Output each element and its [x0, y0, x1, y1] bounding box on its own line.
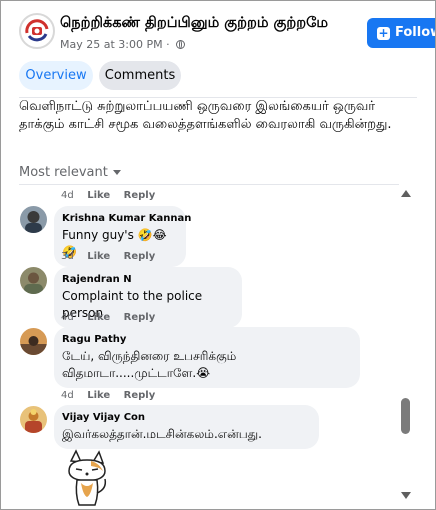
scrollbar-thumb[interactable]: [401, 398, 410, 434]
comment-actions: 4d Like Reply: [61, 190, 165, 201]
comment-actions: 3d Like Reply: [61, 251, 165, 262]
reply-button[interactable]: Reply: [124, 312, 156, 323]
sort-label: Most relevant: [19, 165, 108, 180]
avatar[interactable]: [20, 267, 47, 294]
scroll-down-arrow[interactable]: [401, 492, 411, 499]
comment-text: இவர்கலத்தான்.மடசின்கலம்.என்பது.: [62, 427, 262, 441]
reply-button[interactable]: Reply: [124, 251, 156, 262]
page-avatar[interactable]: [19, 13, 55, 49]
tab-comments[interactable]: Comments: [99, 61, 181, 90]
avatar[interactable]: [20, 406, 47, 433]
comment-author[interactable]: Rajendran N: [62, 273, 234, 286]
comment-time[interactable]: 3d: [61, 251, 74, 262]
page-name[interactable]: நெற்றிக்கண் திறப்பினும் குற்றம் குற்றமே: [60, 15, 328, 33]
comment-bubble: Ragu Pathy டேய், விருந்தினரை உபசரிக்கும்…: [54, 327, 360, 388]
comment-bubble: Vijay Vijay Con இவர்கலத்தான்.மடசின்கலம்.…: [54, 405, 319, 449]
post-panel: நெற்றிக்கண் திறப்பினும் குற்றம் குற்றமே …: [0, 0, 436, 510]
post-timestamp[interactable]: May 25 at 3:00 PM ·: [60, 38, 186, 51]
reply-button[interactable]: Reply: [124, 190, 156, 201]
post-time[interactable]: May 25 at 3:00 PM ·: [60, 38, 173, 51]
divider: [19, 184, 399, 185]
dog-sticker: [61, 449, 113, 509]
sort-dropdown[interactable]: Most relevant: [19, 165, 121, 180]
comment-author[interactable]: Krishna Kumar Kannan: [62, 212, 191, 225]
scroll-up-arrow[interactable]: [401, 190, 411, 197]
comment-actions: 4d Like Reply: [61, 390, 165, 401]
comment-time[interactable]: 4d: [61, 390, 74, 401]
follow-plus-icon: +: [377, 26, 390, 40]
follow-label: Follow: [395, 25, 435, 40]
comment-text: டேய், விருந்தினரை உபசரிக்கும் விதமாடா...…: [62, 349, 237, 380]
comment-time[interactable]: 4d: [61, 190, 74, 201]
reply-button[interactable]: Reply: [124, 390, 156, 401]
like-button[interactable]: Like: [87, 251, 110, 262]
comment-actions: 4d Like Reply: [61, 312, 165, 323]
comment-author[interactable]: Ragu Pathy: [62, 333, 352, 346]
globe-icon: [176, 40, 186, 49]
avatar[interactable]: [20, 328, 47, 355]
like-button[interactable]: Like: [87, 390, 110, 401]
avatar[interactable]: [20, 206, 47, 233]
post-text: வெளிநாட்டு சுற்றுலாப்பயணி ஒருவரை இலங்கைய…: [19, 99, 392, 132]
chevron-down-icon: [112, 170, 121, 175]
comment-time[interactable]: 4d: [61, 312, 74, 323]
follow-button[interactable]: + Follow: [367, 18, 435, 48]
comment-author[interactable]: Vijay Vijay Con: [62, 411, 311, 424]
like-button[interactable]: Like: [87, 312, 110, 323]
like-button[interactable]: Like: [87, 190, 110, 201]
tab-overview[interactable]: Overview: [19, 61, 93, 90]
